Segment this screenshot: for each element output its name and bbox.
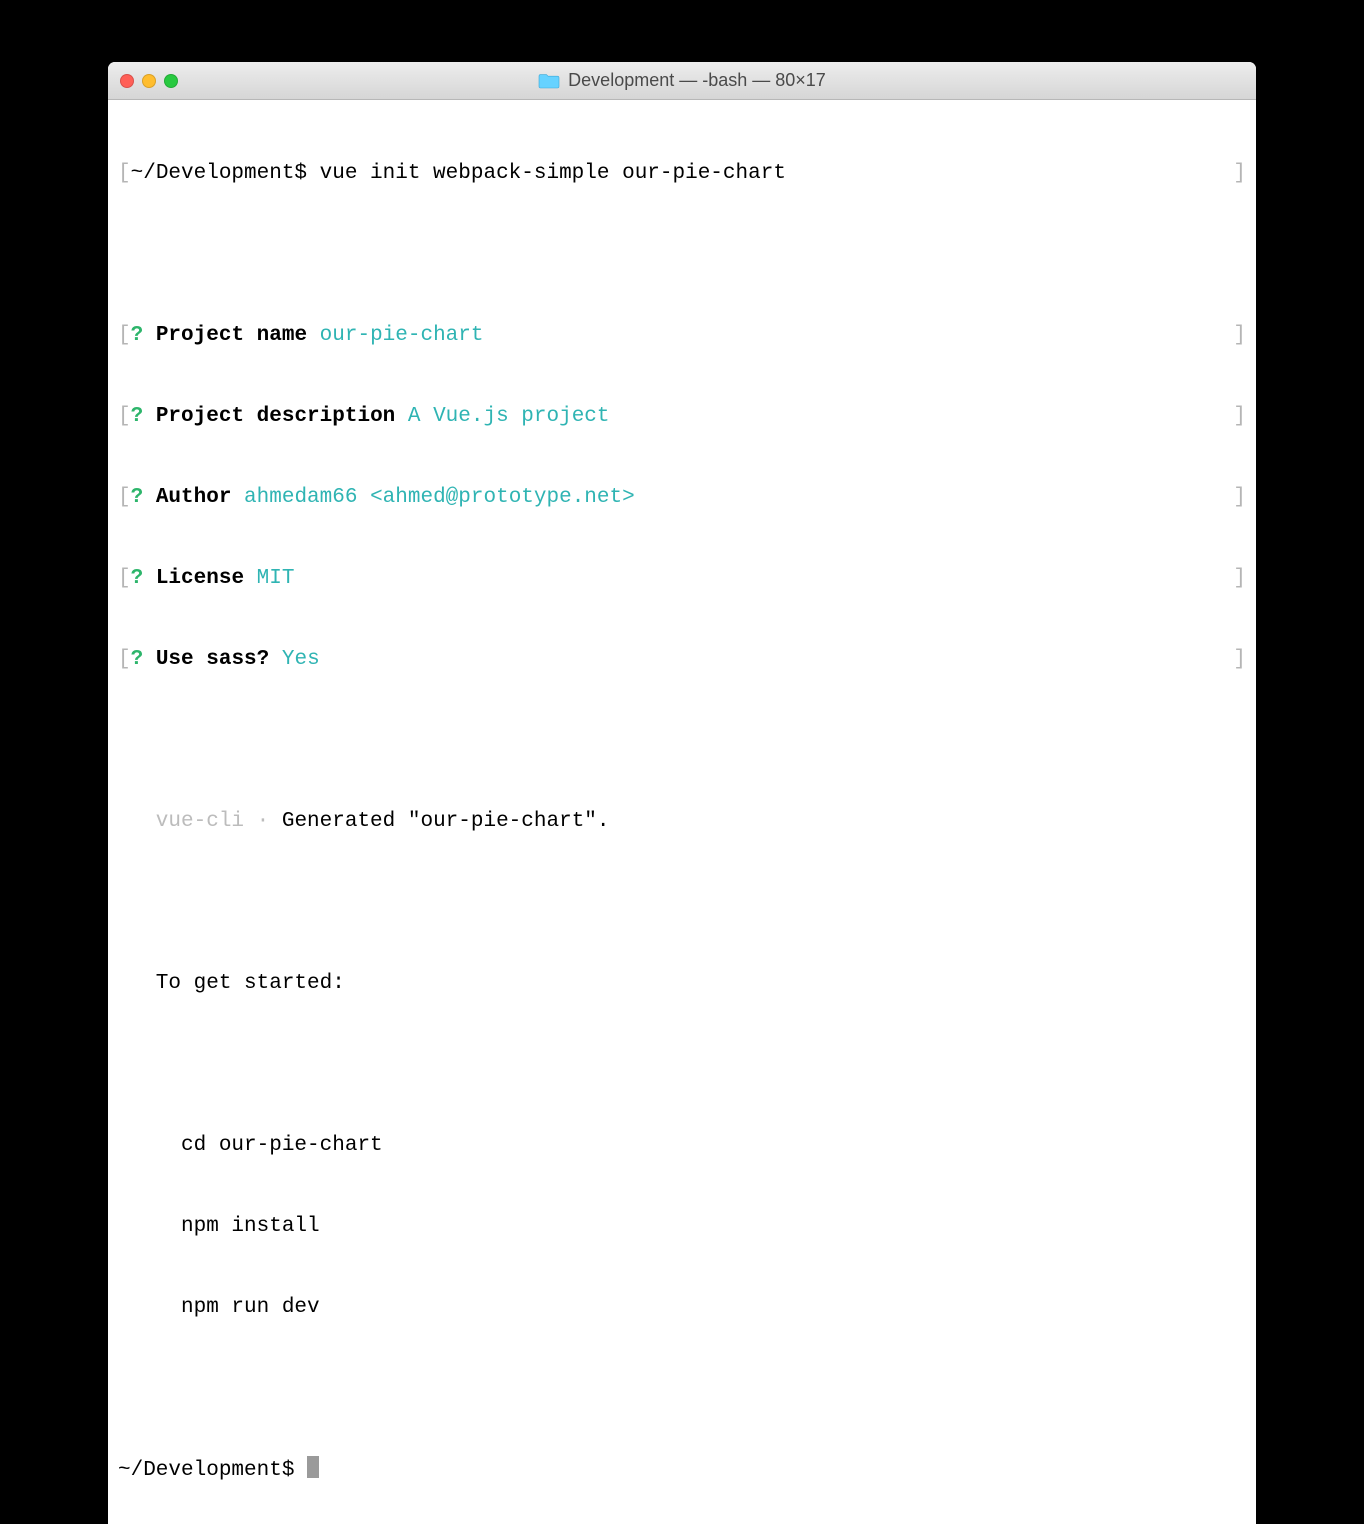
prompt-answer: MIT — [257, 567, 295, 590]
prompt: ~/Development$ — [118, 1459, 307, 1482]
prompt-label: Project name — [156, 324, 320, 347]
terminal-window: Development — -bash — 80×17 [~/Developme… — [108, 62, 1256, 1524]
terminal-line: To get started: — [118, 970, 1246, 997]
bracket: [ — [118, 403, 131, 430]
terminal-line — [118, 1375, 1246, 1402]
terminal-line: [? Project description A Vue.js project] — [118, 403, 1246, 430]
zoom-icon[interactable] — [164, 74, 178, 88]
terminal-line: npm install — [118, 1213, 1246, 1240]
prompt-question-mark: ? — [131, 648, 156, 671]
terminal-line: [? License MIT] — [118, 565, 1246, 592]
prompt: ~/Development$ — [131, 162, 320, 185]
terminal-line — [118, 889, 1246, 916]
bracket: ] — [1233, 403, 1246, 430]
terminal-line: [? Use sass? Yes] — [118, 646, 1246, 673]
cli-message: Generated "our-pie-chart". — [282, 810, 610, 833]
prompt-answer: Yes — [282, 648, 320, 671]
bracket: ] — [1233, 565, 1246, 592]
prompt-question-mark: ? — [131, 486, 156, 509]
window-title: Development — -bash — 80×17 — [108, 70, 1256, 91]
instructions-heading: To get started: — [118, 970, 1246, 997]
cli-separator: · — [244, 810, 282, 833]
command-text: vue init webpack-simple our-pie-chart — [320, 162, 786, 185]
instruction-step: npm run dev — [118, 1294, 1246, 1321]
bracket: ] — [1233, 484, 1246, 511]
terminal-line — [118, 727, 1246, 754]
terminal-line: cd our-pie-chart — [118, 1132, 1246, 1159]
terminal-line: [? Project name our-pie-chart] — [118, 322, 1246, 349]
cursor-icon — [307, 1456, 319, 1478]
terminal-body[interactable]: [~/Development$ vue init webpack-simple … — [108, 100, 1256, 1524]
prompt-answer: A Vue.js project — [408, 405, 610, 428]
terminal-line: npm run dev — [118, 1294, 1246, 1321]
bracket: [ — [118, 565, 131, 592]
prompt-label: Use sass? — [156, 648, 282, 671]
terminal-line: [~/Development$ vue init webpack-simple … — [118, 160, 1246, 187]
prompt-label: License — [156, 567, 257, 590]
cli-tag: vue-cli — [118, 810, 244, 833]
bracket: ] — [1233, 160, 1246, 187]
terminal-line: vue-cli · Generated "our-pie-chart". — [118, 808, 1246, 835]
folder-icon — [538, 73, 560, 89]
bracket: [ — [118, 322, 131, 349]
bracket: [ — [118, 646, 131, 673]
prompt-answer: our-pie-chart — [320, 324, 484, 347]
prompt-question-mark: ? — [131, 405, 156, 428]
bracket: [ — [118, 160, 131, 187]
terminal-line: [? Author ahmedam66 <ahmed@prototype.net… — [118, 484, 1246, 511]
bracket: ] — [1233, 646, 1246, 673]
close-icon[interactable] — [120, 74, 134, 88]
prompt-label: Project description — [156, 405, 408, 428]
prompt-label: Author — [156, 486, 244, 509]
minimize-icon[interactable] — [142, 74, 156, 88]
prompt-answer: ahmedam66 <ahmed@prototype.net> — [244, 486, 635, 509]
terminal-line — [118, 1051, 1246, 1078]
terminal-line: ~/Development$ — [118, 1456, 1246, 1484]
bracket: [ — [118, 484, 131, 511]
bracket: ] — [1233, 322, 1246, 349]
window-title-text: Development — -bash — 80×17 — [568, 70, 826, 91]
instruction-step: cd our-pie-chart — [118, 1132, 1246, 1159]
prompt-question-mark: ? — [131, 324, 156, 347]
titlebar[interactable]: Development — -bash — 80×17 — [108, 62, 1256, 100]
instruction-step: npm install — [118, 1213, 1246, 1240]
prompt-question-mark: ? — [131, 567, 156, 590]
window-controls — [120, 74, 178, 88]
terminal-line — [118, 241, 1246, 268]
